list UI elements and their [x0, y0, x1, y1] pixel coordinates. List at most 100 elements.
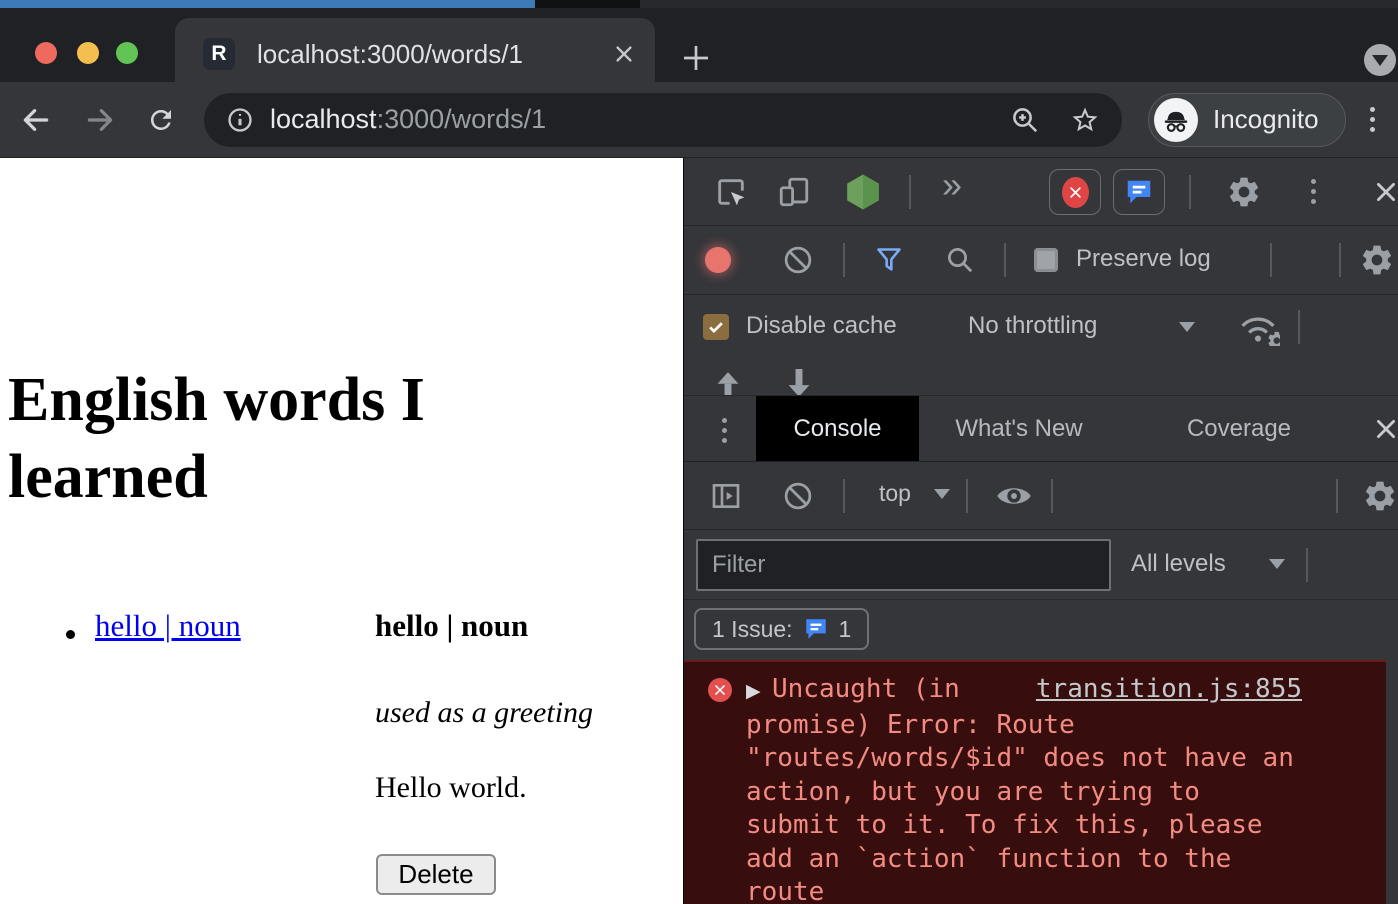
desktop-sliver-gray	[640, 0, 1398, 8]
issues-badge[interactable]	[1113, 169, 1165, 215]
live-expression-eye-icon[interactable]	[996, 483, 1032, 509]
fullscreen-window-button[interactable]	[116, 42, 138, 64]
site-info-icon[interactable]	[226, 106, 254, 134]
import-har-icon[interactable]	[713, 371, 743, 395]
drawer-tab-bar: Console What's New Coverage	[684, 395, 1398, 462]
throttling-select[interactable]: No throttling	[968, 312, 1097, 340]
chevron-down-icon[interactable]	[1179, 322, 1195, 332]
search-icon[interactable]	[945, 245, 975, 275]
nodejs-icon[interactable]	[843, 172, 883, 212]
word-example: Hello world.	[375, 771, 527, 805]
chevron-down-icon[interactable]	[1269, 559, 1285, 569]
back-button[interactable]	[20, 104, 52, 136]
desktop-sliver	[0, 0, 535, 8]
console-issues-row: 1 Issue: 1	[684, 600, 1398, 660]
disable-cache-label[interactable]: Disable cache	[746, 312, 897, 340]
console-scrollbar-gutter[interactable]	[1386, 660, 1398, 904]
inspect-element-icon[interactable]	[714, 175, 748, 209]
separator	[843, 479, 845, 513]
close-window-button[interactable]	[35, 42, 57, 64]
console-settings-icon[interactable]	[1362, 478, 1398, 514]
url-host: localhost	[270, 104, 377, 134]
export-har-icon[interactable]	[784, 369, 814, 395]
issues-bubble-icon	[803, 616, 829, 642]
context-selector[interactable]: top	[879, 480, 911, 507]
error-source-link[interactable]: transition.js:855	[1036, 673, 1302, 707]
word-definition: used as a greeting	[375, 696, 593, 730]
separator	[909, 175, 911, 209]
devtools-settings-icon[interactable]	[1226, 174, 1262, 210]
window-top-edge	[0, 0, 1398, 8]
page-title: English words I learned	[8, 362, 568, 516]
filter-funnel-icon[interactable]	[875, 246, 903, 274]
disable-cache-checkbox[interactable]	[703, 314, 729, 340]
clear-console-icon[interactable]	[783, 481, 813, 511]
chevron-down-icon[interactable]	[934, 489, 950, 499]
console-filter-input[interactable]	[696, 539, 1111, 591]
preserve-log-label[interactable]: Preserve log	[1076, 245, 1211, 273]
har-buttons-row	[684, 360, 1398, 395]
forward-button[interactable]	[84, 104, 116, 136]
incognito-badge[interactable]: Incognito	[1148, 93, 1346, 147]
record-button[interactable]	[705, 247, 731, 273]
tab-coverage[interactable]: Coverage	[1154, 396, 1324, 461]
word-detail-title: hello | noun	[375, 608, 528, 644]
browser-toolbar: localhost:3000/words/1	[0, 82, 1398, 158]
drawer-menu-icon[interactable]	[722, 418, 727, 443]
bookmark-star-icon[interactable]	[1070, 105, 1100, 135]
browser-window: R localhost:3000/words/1	[0, 0, 1398, 904]
incognito-avatar	[1154, 98, 1198, 142]
tab-whats-new[interactable]: What's New	[924, 396, 1114, 461]
separator	[1004, 243, 1006, 277]
issues-count: 1	[839, 616, 852, 643]
separator	[1306, 548, 1308, 582]
error-count-badge[interactable]	[1049, 169, 1101, 215]
tab-close-icon[interactable]	[613, 43, 635, 65]
expand-arrow-icon[interactable]: ▶	[746, 675, 772, 709]
desktop-sliver-dark	[535, 0, 640, 8]
check-icon	[706, 317, 726, 337]
separator	[1189, 175, 1191, 209]
list-bullet	[66, 630, 75, 639]
browser-tab[interactable]: R localhost:3000/words/1	[175, 18, 655, 90]
devtools-close-icon[interactable]	[1373, 179, 1398, 205]
devtools-menu-icon[interactable]	[1311, 179, 1316, 204]
zoom-icon[interactable]	[1010, 105, 1040, 135]
browser-menu-button[interactable]	[1370, 107, 1375, 132]
separator	[1298, 310, 1300, 344]
minimize-window-button[interactable]	[77, 42, 99, 64]
url-path: :3000/words/1	[377, 104, 547, 134]
tab-console[interactable]: Console	[756, 396, 919, 461]
error-message-block: transition.js:855 ▶Uncaught (in promise)…	[746, 673, 1302, 904]
device-toolbar-icon[interactable]	[777, 175, 811, 209]
more-panels-chevron[interactable]: »	[942, 164, 962, 206]
log-levels-select[interactable]: All levels	[1131, 550, 1226, 578]
network-toolbar: Preserve log	[684, 226, 1398, 295]
incognito-icon	[1161, 105, 1191, 135]
preserve-log-checkbox[interactable]	[1034, 248, 1058, 272]
address-bar[interactable]: localhost:3000/words/1	[204, 93, 1122, 147]
word-list-link[interactable]: hello | noun	[95, 608, 241, 644]
error-level-icon	[708, 678, 732, 702]
network-conditions-icon[interactable]	[1236, 308, 1280, 346]
separator	[843, 243, 845, 277]
chevron-down-icon	[1372, 55, 1388, 66]
delete-button[interactable]: Delete	[376, 854, 496, 895]
issues-counter-button[interactable]: 1 Issue: 1	[694, 608, 869, 650]
console-sidebar-icon[interactable]	[710, 480, 742, 512]
separator	[1051, 479, 1053, 513]
new-tab-button[interactable]	[680, 42, 712, 74]
console-filter-row: All levels	[684, 530, 1398, 600]
issues-bubble-icon	[1124, 177, 1154, 207]
error-message-text: Uncaught (in promise) Error: Route "rout…	[746, 674, 1294, 904]
drawer-close-icon[interactable]	[1373, 416, 1398, 442]
clear-network-icon[interactable]	[783, 245, 813, 275]
tab-title: localhost:3000/words/1	[257, 39, 613, 70]
network-settings-icon[interactable]	[1359, 242, 1395, 278]
tab-search-button[interactable]	[1364, 44, 1396, 76]
devtools-panel: »	[683, 158, 1398, 904]
console-toolbar: top	[684, 462, 1398, 530]
devtools-main-toolbar: »	[684, 158, 1398, 226]
error-icon	[1062, 177, 1089, 208]
reload-button[interactable]	[146, 105, 176, 135]
